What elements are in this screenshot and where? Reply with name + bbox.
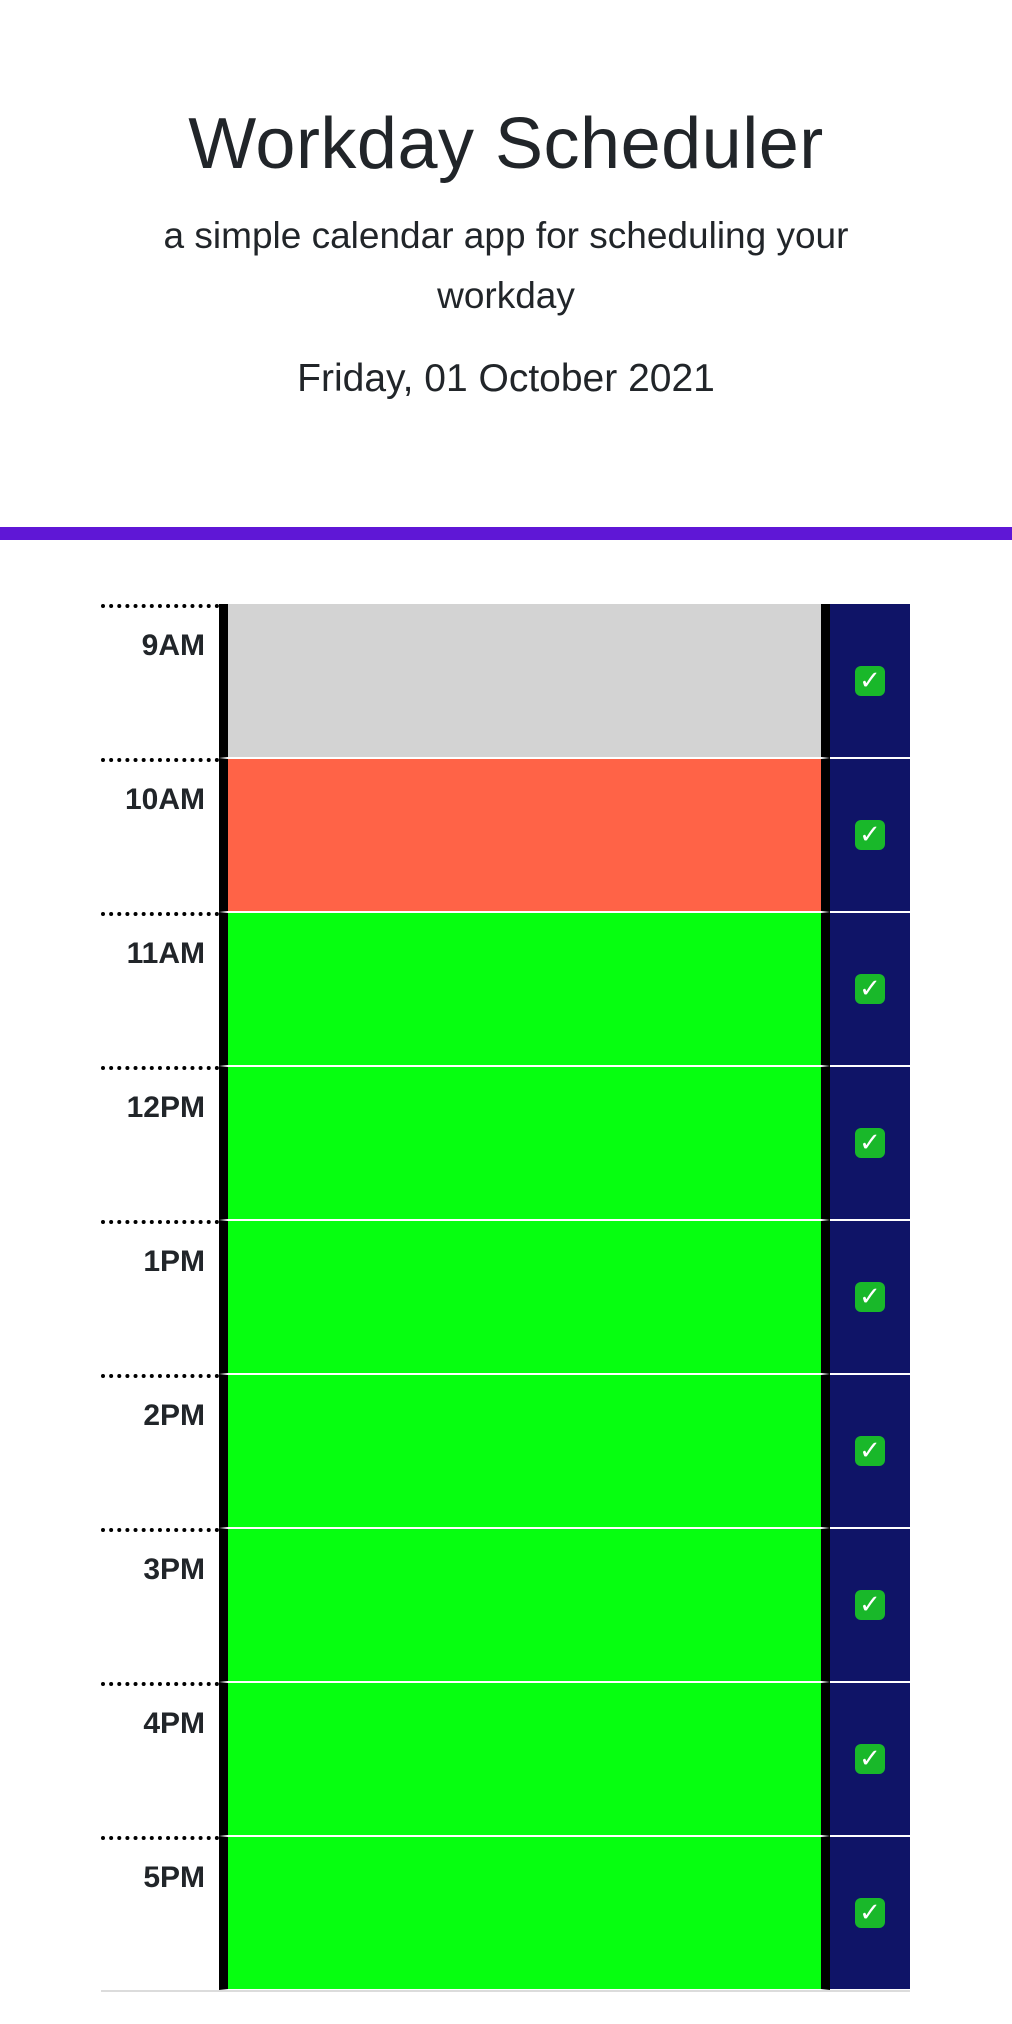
time-block: 1PM ✓: [101, 1220, 910, 1374]
hour-label: 10AM: [101, 758, 219, 912]
time-block: 5PM ✓: [101, 1836, 910, 1990]
hour-label: 2PM: [101, 1374, 219, 1528]
page-title: Workday Scheduler: [188, 104, 824, 184]
description-textarea[interactable]: [219, 1066, 830, 1220]
save-button[interactable]: ✓: [830, 1066, 910, 1220]
save-button[interactable]: ✓: [830, 912, 910, 1066]
save-button[interactable]: ✓: [830, 1374, 910, 1528]
page-subtitle: a simple calendar app for scheduling you…: [163, 215, 849, 316]
description-textarea[interactable]: [219, 758, 830, 912]
description-textarea[interactable]: [219, 1528, 830, 1682]
hour-label: 4PM: [101, 1682, 219, 1836]
check-mark-icon: ✓: [855, 1436, 885, 1466]
description-textarea[interactable]: [219, 1374, 830, 1528]
save-button[interactable]: ✓: [830, 1682, 910, 1836]
hour-label: 12PM: [101, 1066, 219, 1220]
description-textarea[interactable]: [219, 1682, 830, 1836]
hour-label: 11AM: [101, 912, 219, 1066]
description-textarea[interactable]: [219, 1220, 830, 1374]
save-button[interactable]: ✓: [830, 1836, 910, 1990]
check-mark-icon: ✓: [855, 820, 885, 850]
time-block: 12PM ✓: [101, 1066, 910, 1220]
time-block: 4PM ✓: [101, 1682, 910, 1836]
description-textarea[interactable]: [219, 1836, 830, 1990]
hour-label: 9AM: [101, 604, 219, 758]
schedule-container: 9AM ✓ 10AM ✓ 11AM ✓ 12PM ✓ 1PM ✓ 2PM ✓ 3…: [101, 604, 910, 1992]
description-textarea[interactable]: [219, 912, 830, 1066]
current-date: Friday, 01 October 2021: [297, 357, 715, 400]
hour-label: 3PM: [101, 1528, 219, 1682]
check-mark-icon: ✓: [855, 974, 885, 1004]
time-block: 9AM ✓: [101, 604, 910, 758]
description-textarea[interactable]: [219, 604, 830, 758]
schedule-bottom-divider: [101, 1990, 910, 1992]
check-mark-icon: ✓: [855, 1744, 885, 1774]
time-block: 3PM ✓: [101, 1528, 910, 1682]
time-block: 10AM ✓: [101, 758, 910, 912]
save-button[interactable]: ✓: [830, 1528, 910, 1682]
time-block: 11AM ✓: [101, 912, 910, 1066]
check-mark-icon: ✓: [855, 1128, 885, 1158]
save-button[interactable]: ✓: [830, 1220, 910, 1374]
check-mark-icon: ✓: [855, 1282, 885, 1312]
check-mark-icon: ✓: [855, 1590, 885, 1620]
save-button[interactable]: ✓: [830, 604, 910, 758]
page-header: Workday Scheduler a simple calendar app …: [0, 0, 1012, 540]
check-mark-icon: ✓: [855, 1898, 885, 1928]
time-block: 2PM ✓: [101, 1374, 910, 1528]
hour-label: 1PM: [101, 1220, 219, 1374]
check-mark-icon: ✓: [855, 665, 885, 696]
save-button[interactable]: ✓: [830, 758, 910, 912]
hour-label: 5PM: [101, 1836, 219, 1990]
